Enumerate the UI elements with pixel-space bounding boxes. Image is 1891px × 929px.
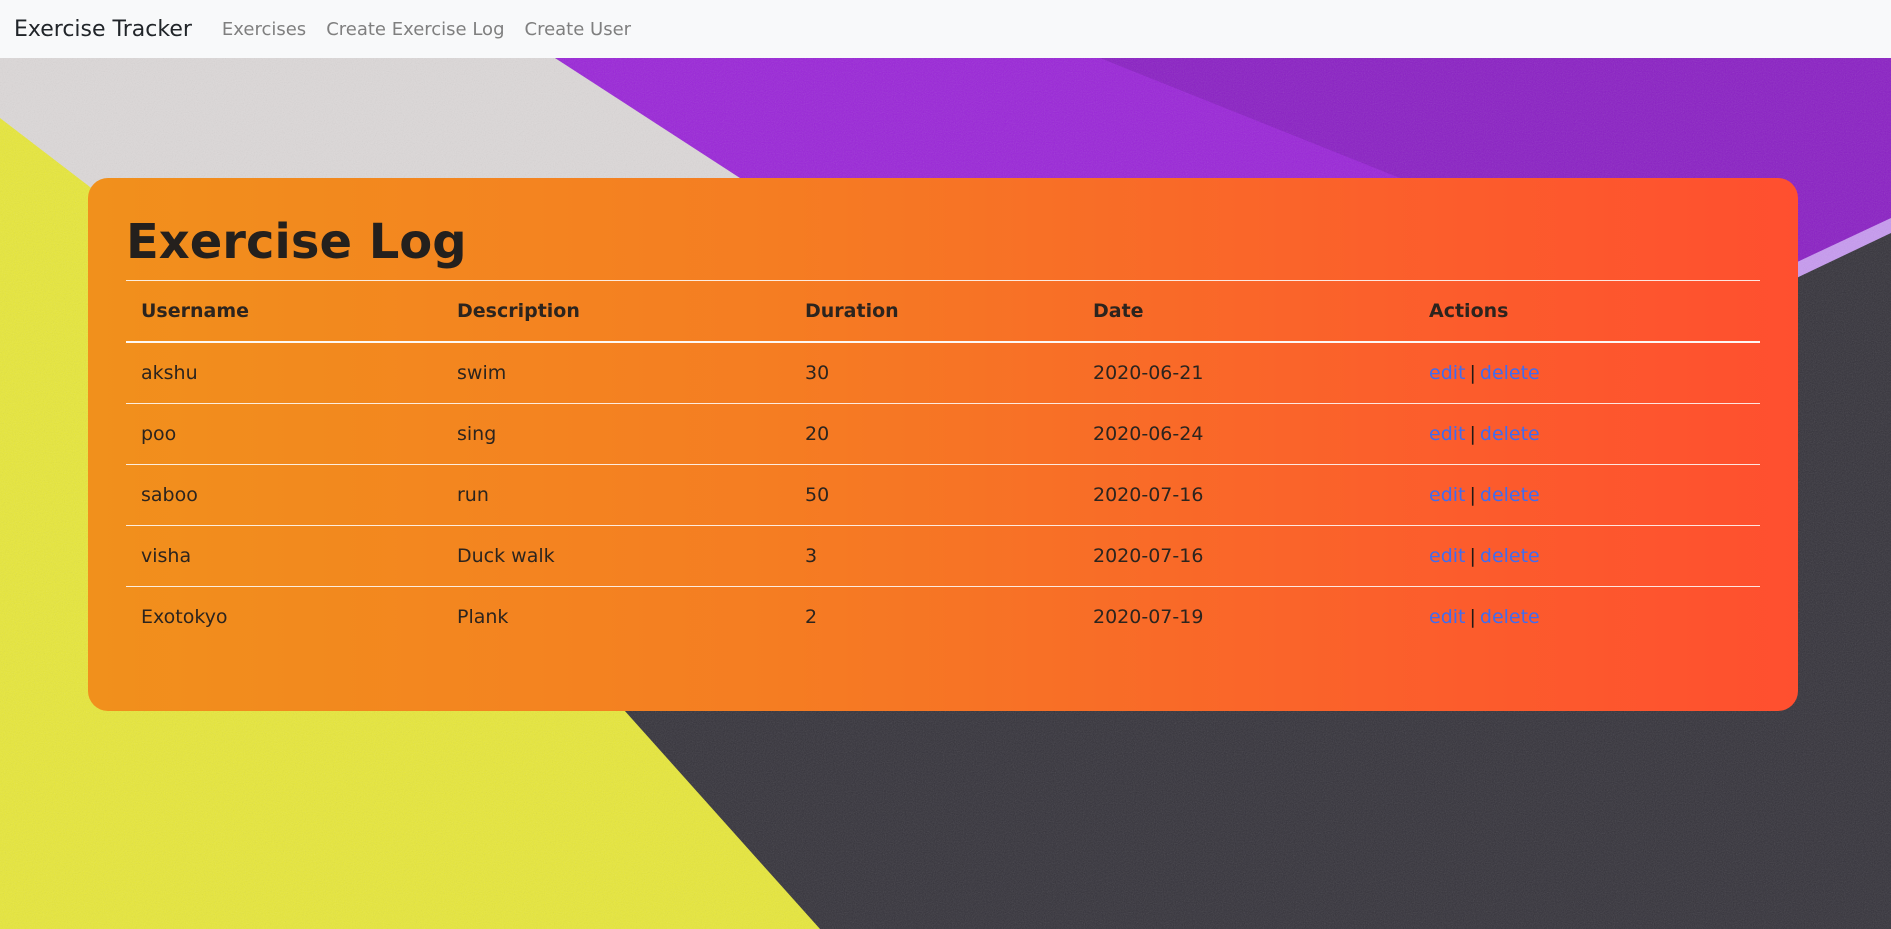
action-separator: | xyxy=(1469,545,1476,567)
header-duration: Duration xyxy=(790,280,1078,343)
edit-link[interactable]: edit xyxy=(1429,545,1465,567)
cell-duration: 2 xyxy=(805,606,818,628)
action-separator: | xyxy=(1469,484,1476,506)
cell-date: 2020-07-16 xyxy=(1078,525,1414,587)
cell-description: Plank xyxy=(457,606,509,628)
cell-actions: edit | delete xyxy=(1414,587,1760,648)
page-title: Exercise Log xyxy=(126,214,467,270)
edit-link[interactable]: edit xyxy=(1429,362,1465,384)
action-separator: | xyxy=(1469,362,1476,384)
brand-link[interactable]: Exercise Tracker xyxy=(14,17,192,42)
delete-link[interactable]: delete xyxy=(1480,484,1540,506)
cell-username: saboo xyxy=(126,464,442,526)
cell-username: poo xyxy=(126,403,442,465)
table-row: Exotokyo Plank 2 2020-07-19 edit | delete xyxy=(126,587,1760,648)
edit-link[interactable]: edit xyxy=(1429,423,1465,445)
cell-duration: 3 xyxy=(790,525,1078,587)
cell-description: swim xyxy=(442,342,790,404)
table-header-row: Username Description Duration Date Actio… xyxy=(126,280,1760,343)
cell-date: 2020-06-24 xyxy=(1078,403,1414,465)
cell-description: sing xyxy=(442,403,790,465)
nav-link-create-exercise-log[interactable]: Create Exercise Log xyxy=(326,19,504,40)
header-username: Username xyxy=(126,280,442,343)
cell-date: 2020-07-16 xyxy=(1078,464,1414,526)
delete-link[interactable]: delete xyxy=(1480,606,1540,628)
header-actions: Actions xyxy=(1414,280,1760,343)
header-date: Date xyxy=(1078,280,1414,343)
cell-description: Duck walk xyxy=(442,525,790,587)
action-separator: | xyxy=(1469,423,1476,445)
header-description: Description xyxy=(442,280,790,343)
action-separator: | xyxy=(1469,606,1476,628)
cell-username: akshu xyxy=(126,342,442,404)
cell-duration: 50 xyxy=(790,464,1078,526)
cell-date: 2020-07-19 xyxy=(1093,606,1204,628)
cell-description: run xyxy=(442,464,790,526)
exercise-log-card: Exercise Log Username Description Durati… xyxy=(88,178,1798,711)
table-row: visha Duck walk 3 2020-07-16 edit | delete xyxy=(126,525,1760,587)
exercise-table: Username Description Duration Date Actio… xyxy=(126,280,1760,647)
cell-date: 2020-06-21 xyxy=(1078,342,1414,404)
table-row: poo sing 20 2020-06-24 edit | delete xyxy=(126,403,1760,465)
cell-actions: edit | delete xyxy=(1414,464,1760,526)
cell-username: visha xyxy=(126,525,442,587)
nav-link-exercises[interactable]: Exercises xyxy=(222,19,306,40)
table-row: akshu swim 30 2020-06-21 edit | delete xyxy=(126,342,1760,404)
edit-link[interactable]: edit xyxy=(1429,606,1465,628)
edit-link[interactable]: edit xyxy=(1429,484,1465,506)
delete-link[interactable]: delete xyxy=(1480,423,1540,445)
cell-duration: 20 xyxy=(790,403,1078,465)
top-navbar: Exercise Tracker Exercises Create Exerci… xyxy=(0,0,1891,58)
delete-link[interactable]: delete xyxy=(1480,545,1540,567)
cell-actions: edit | delete xyxy=(1414,342,1760,404)
cell-username: Exotokyo xyxy=(141,606,228,628)
table-row: saboo run 50 2020-07-16 edit | delete xyxy=(126,464,1760,526)
cell-actions: edit | delete xyxy=(1414,525,1760,587)
nav-link-create-user[interactable]: Create User xyxy=(525,19,632,40)
cell-actions: edit | delete xyxy=(1414,403,1760,465)
delete-link[interactable]: delete xyxy=(1480,362,1540,384)
cell-duration: 30 xyxy=(790,342,1078,404)
